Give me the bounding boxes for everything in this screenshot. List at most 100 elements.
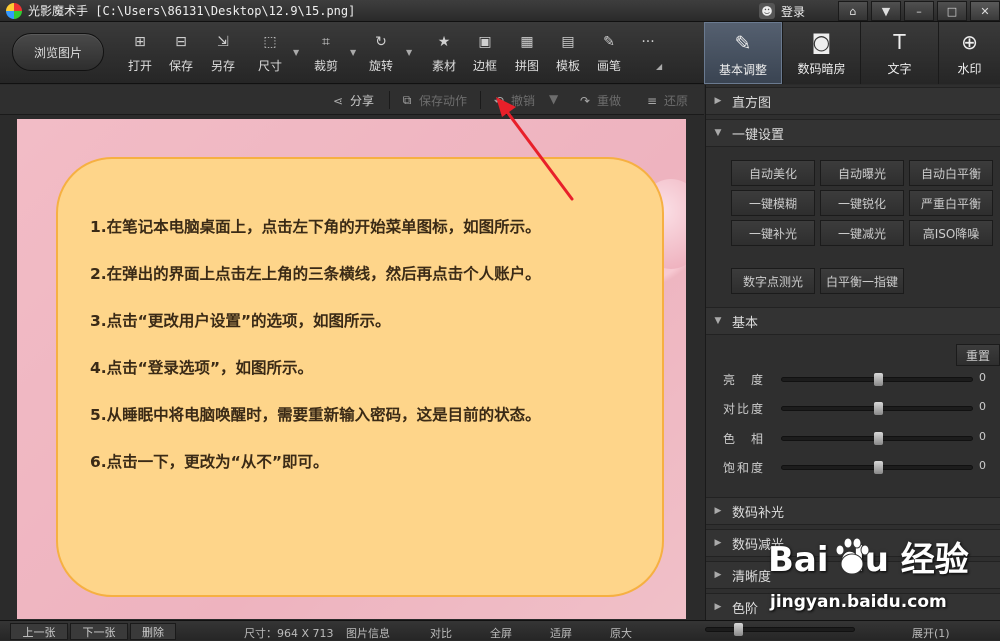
tool-label: 尺寸 — [257, 59, 282, 73]
save-as-icon: ⇲ — [217, 34, 229, 50]
tool-label: 裁剪 — [313, 59, 338, 73]
slider-thumb[interactable] — [874, 373, 883, 386]
save-as-button[interactable]: ⇲ 另存 — [205, 34, 241, 76]
undo-icon: ↶ — [493, 93, 505, 108]
section-basic[interactable]: ▼ 基本 — [706, 307, 1000, 335]
strict-white-balance-button[interactable]: 严重白平衡 — [909, 190, 993, 216]
close-button[interactable]: ✕ — [970, 1, 1000, 21]
delete-button[interactable]: 删除 — [130, 623, 176, 640]
login-button[interactable]: ☻ 登录 — [758, 3, 805, 20]
skin-button[interactable]: ⌂ — [838, 1, 868, 21]
section-digital-fill-light[interactable]: ▶ 数码补光 — [706, 497, 1000, 525]
one-click-fill-light-button[interactable]: 一键补光 — [731, 220, 815, 246]
slider-thumb[interactable] — [874, 402, 883, 415]
collage-button[interactable]: ▦ 拼图 — [509, 34, 545, 76]
saturation-slider[interactable] — [781, 461, 973, 474]
auto-exposure-button[interactable]: 自动曝光 — [820, 160, 904, 186]
mode-tabs: ✎ 基本调整 ◙ 数码暗房 T 文字 ⊕ 水印 — [704, 22, 1000, 84]
redo-label: 重做 — [597, 94, 622, 108]
slider-thumb[interactable] — [874, 432, 883, 445]
menu-button[interactable]: ▼ — [871, 1, 901, 21]
crop-dropdown-icon[interactable]: ▼ — [350, 48, 356, 57]
spot-metering-button[interactable]: 数字点测光 — [731, 268, 815, 294]
brush-icon: ✎ — [603, 34, 615, 50]
brightness-slider[interactable] — [781, 373, 973, 386]
contrast-slider[interactable] — [781, 402, 973, 415]
undo-dropdown-icon[interactable]: ▼ — [549, 92, 558, 106]
hue-slider-row: 色 相 0 — [706, 428, 1000, 448]
step-text: 6.点击一下，更改为“从不”即可。 — [90, 453, 329, 471]
share-icon: ⋖ — [332, 93, 344, 108]
one-click-sharpen-button[interactable]: 一键锐化 — [820, 190, 904, 216]
next-image-button[interactable]: 下一张 — [70, 623, 128, 640]
frame-button[interactable]: ▣ 边框 — [467, 34, 503, 76]
undo-label: 撤销 — [511, 94, 536, 108]
minimize-button[interactable]: – — [904, 1, 934, 21]
crop-button[interactable]: ⌗ 裁剪 — [308, 34, 344, 76]
chevron-right-icon: ▶ — [714, 570, 722, 580]
app-logo-icon — [6, 2, 22, 19]
save-action-icon: ⧉ — [402, 93, 412, 107]
original-size-button[interactable]: 原大 — [610, 625, 632, 641]
tab-text[interactable]: T 文字 — [860, 22, 938, 84]
reset-button[interactable]: 重置 — [956, 344, 1000, 366]
slider-value: 0 — [979, 430, 986, 443]
contrast-slider-row: 对比度 0 — [706, 398, 1000, 418]
expand-filmstrip-button[interactable]: 展开(1) — [912, 625, 950, 641]
material-icon: ★ — [437, 34, 451, 50]
section-histogram[interactable]: ▶ 直方图 — [706, 87, 1000, 115]
rotate-button[interactable]: ↻ 旋转 — [363, 34, 399, 76]
maximize-button[interactable]: □ — [937, 1, 967, 21]
restore-button[interactable]: ≡ 还原 — [644, 92, 688, 109]
high-iso-denoise-button[interactable]: 高ISO降噪 — [909, 220, 993, 246]
undo-button[interactable]: ↶ 撤销 — [491, 92, 535, 109]
tab-basic-adjust[interactable]: ✎ 基本调整 — [704, 22, 782, 84]
tab-watermark[interactable]: ⊕ 水印 — [938, 22, 1000, 84]
white-balance-picker-button[interactable]: 白平衡一指键 — [820, 268, 904, 294]
action-bar: ⋖ 分享 ⧉ 保存动作 ↶ 撤销 ▼ ↷ 重做 ≡ 还原 — [0, 85, 704, 115]
tab-label: 基本调整 — [718, 63, 767, 77]
watermark-icon: ⊕ — [961, 30, 978, 54]
one-click-reduce-light-button[interactable]: 一键减光 — [820, 220, 904, 246]
auto-white-balance-button[interactable]: 自动白平衡 — [909, 160, 993, 186]
chevron-right-icon: ▶ — [714, 96, 722, 106]
compare-button[interactable]: 对比 — [430, 625, 452, 641]
hue-slider[interactable] — [781, 432, 973, 445]
slider-label: 对比度 — [723, 402, 766, 416]
step-text: 2.在弹出的界面上点击左上角的三条横线，然后再点击个人账户。 — [90, 265, 541, 283]
section-title: 一键设置 — [732, 127, 785, 143]
resize-icon: ⬚ — [263, 34, 277, 50]
resize-button[interactable]: ⬚ 尺寸 — [252, 34, 288, 76]
collage-icon: ▦ — [520, 34, 534, 50]
more-icon: ··· — [641, 34, 655, 50]
template-button[interactable]: ▤ 模板 — [550, 34, 586, 76]
tab-darkroom[interactable]: ◙ 数码暗房 — [782, 22, 860, 84]
section-one-click[interactable]: ▼ 一键设置 — [706, 119, 1000, 147]
open-button[interactable]: ⊞ 打开 — [122, 34, 158, 76]
fit-screen-button[interactable]: 适屏 — [550, 625, 572, 641]
prev-image-button[interactable]: 上一张 — [10, 623, 68, 640]
zoom-slider-thumb[interactable] — [734, 623, 743, 636]
basic-adjust-icon: ✎ — [734, 31, 752, 55]
share-button[interactable]: ⋖ 分享 — [330, 92, 374, 109]
slider-label: 饱和度 — [723, 461, 766, 475]
browse-images-button[interactable]: 浏览图片 — [12, 33, 104, 71]
slider-thumb[interactable] — [874, 461, 883, 474]
auto-beautify-button[interactable]: 自动美化 — [731, 160, 815, 186]
brush-button[interactable]: ✎ 画笔 — [591, 34, 627, 76]
save-action-button[interactable]: ⧉ 保存动作 — [399, 92, 467, 109]
image-info-button[interactable]: 图片信息 — [346, 625, 390, 641]
save-action-label: 保存动作 — [419, 94, 468, 108]
image-canvas[interactable]: 1.在笔记本电脑桌面上，点击左下角的开始菜单图标，如图所示。 2.在弹出的界面上… — [0, 116, 704, 620]
zoom-slider[interactable] — [705, 623, 855, 636]
material-button[interactable]: ★ 素材 — [426, 34, 462, 76]
fullscreen-button[interactable]: 全屏 — [490, 625, 512, 641]
rotate-dropdown-icon[interactable]: ▼ — [406, 48, 412, 57]
redo-button[interactable]: ↷ 重做 — [577, 92, 621, 109]
one-click-blur-button[interactable]: 一键模糊 — [731, 190, 815, 216]
resize-dropdown-icon[interactable]: ▼ — [293, 48, 299, 57]
open-icon: ⊞ — [134, 34, 146, 50]
save-button[interactable]: ⊟ 保存 — [163, 34, 199, 76]
tool-label: 画笔 — [596, 59, 621, 73]
edited-photo: 1.在笔记本电脑桌面上，点击左下角的开始菜单图标，如图所示。 2.在弹出的界面上… — [17, 119, 686, 619]
